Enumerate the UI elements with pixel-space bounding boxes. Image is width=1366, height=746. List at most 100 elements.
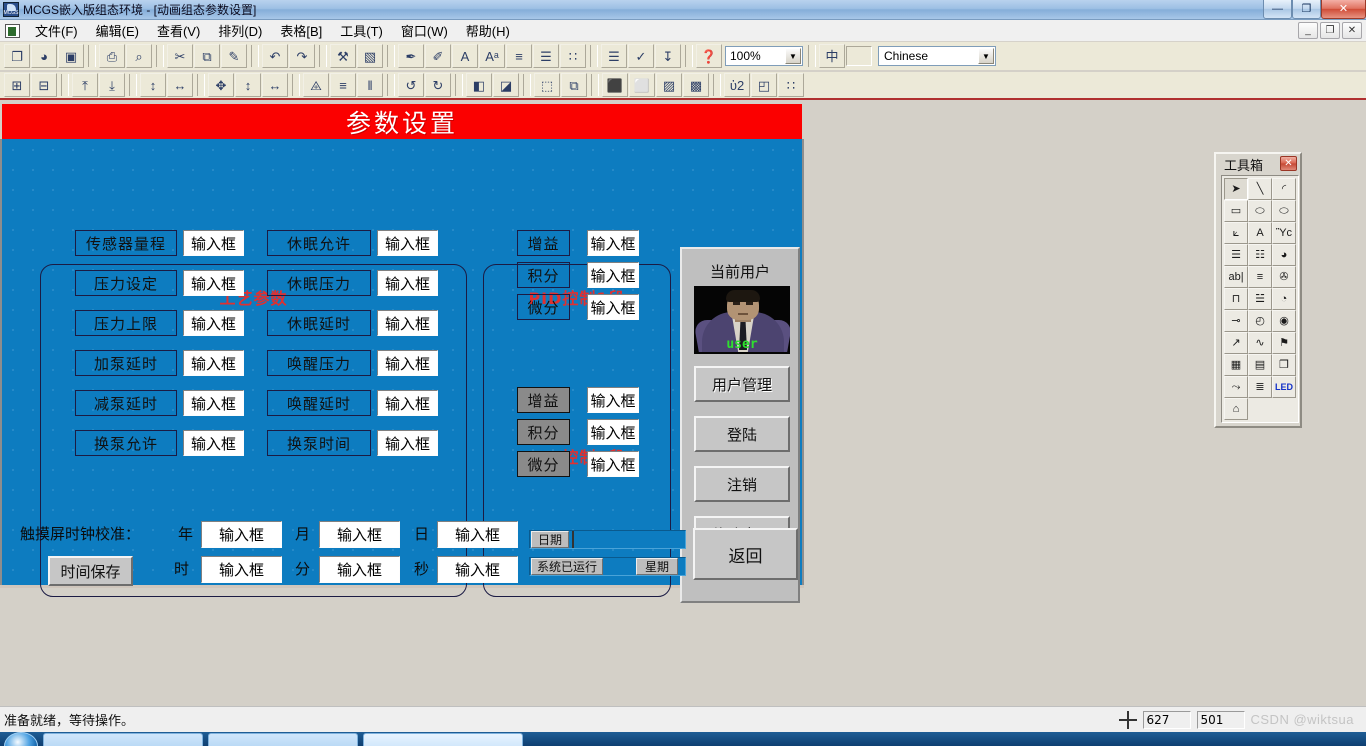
param-input-sleep-pressure[interactable]: 输入框 — [377, 270, 438, 296]
lock-button[interactable]: ὑ2 — [724, 73, 750, 97]
alarm-window-icon[interactable]: ⌂ — [1224, 398, 1248, 420]
ruler-button[interactable]: ▧ — [357, 44, 383, 68]
align-top-button[interactable]: ⤒ — [72, 73, 98, 97]
param-button-wake-pressure[interactable]: 唤醒压力 — [267, 350, 371, 376]
year-input[interactable]: 输入框 — [201, 521, 282, 548]
help-pointer-button[interactable]: ❓ — [696, 44, 722, 68]
mdi-restore-button[interactable]: ❐ — [1320, 22, 1340, 39]
param-input-sleep-enable[interactable]: 输入框 — [377, 230, 438, 256]
center-horizontal-button[interactable]: ↔ — [167, 73, 193, 97]
line-icon[interactable]: ╲ — [1248, 178, 1272, 200]
layer-button[interactable]: ◰ — [751, 73, 777, 97]
pid2-input-gain[interactable]: 输入框 — [587, 387, 639, 413]
ellipse-icon[interactable]: ⬭ — [1272, 200, 1296, 222]
zoom-level-combo[interactable]: 100% ▼ — [725, 46, 803, 66]
pid1-input-derivative[interactable]: 输入框 — [587, 294, 639, 320]
cut-button[interactable]: ✂ — [167, 44, 193, 68]
fill-color-button[interactable]: ✒ — [398, 44, 424, 68]
paste-button[interactable]: ✎ — [221, 44, 247, 68]
meter-dial-icon[interactable]: ◔ — [1272, 288, 1296, 310]
history-curve-icon[interactable]: ∿ — [1248, 332, 1272, 354]
param-button-wake-delay[interactable]: 唤醒延时 — [267, 390, 371, 416]
rotate-left-button[interactable]: ↺ — [398, 73, 424, 97]
free-curve-icon[interactable]: ⤳ — [1224, 376, 1248, 398]
mdi-close-button[interactable]: ✕ — [1342, 22, 1362, 39]
same-size-button[interactable]: ✥ — [208, 73, 234, 97]
param-button-sensor-range[interactable]: 传感器量程 — [75, 230, 177, 256]
select-arrow-icon[interactable]: ➤ — [1224, 178, 1248, 200]
mdi-minimize-button[interactable]: _ — [1298, 22, 1318, 39]
space-vertical-button[interactable]: ≡ — [330, 73, 356, 97]
print-preview-button[interactable]: ⌕ — [126, 44, 152, 68]
close-button[interactable]: ✕ — [1321, 0, 1366, 19]
param-input-pump-swap-time[interactable]: 输入框 — [377, 430, 438, 456]
param-button-pump-add-delay[interactable]: 加泵延时 — [75, 350, 177, 376]
menu-item-window[interactable]: 窗口(W) — [392, 19, 457, 42]
menu-item-file[interactable]: 文件(F) — [26, 19, 87, 42]
taskbar-item[interactable] — [43, 733, 203, 746]
pid1-button-integral[interactable]: 积分 — [517, 262, 570, 288]
indent-button[interactable]: ☰ — [533, 44, 559, 68]
param-input-pressure-set[interactable]: 输入框 — [183, 270, 244, 296]
alarm-bell-icon[interactable]: ⚑ — [1272, 332, 1296, 354]
flip-vertical-button[interactable]: ◪ — [493, 73, 519, 97]
switch-icon[interactable]: ⊸ — [1224, 310, 1248, 332]
menu-item-table[interactable]: 表格[B] — [271, 19, 331, 42]
param-button-pump-reduce-delay[interactable]: 减泵延时 — [75, 390, 177, 416]
save-button[interactable]: ▣ — [58, 44, 84, 68]
save-time-button[interactable]: 时间保存 — [48, 556, 133, 586]
pid2-input-derivative[interactable]: 输入框 — [587, 451, 639, 477]
bring-forward-button[interactable]: ▨ — [656, 73, 682, 97]
text-icon[interactable]: A — [1248, 222, 1272, 244]
ungroup-button[interactable]: ⧉ — [561, 73, 587, 97]
param-input-pressure-upper[interactable]: 输入框 — [183, 310, 244, 336]
param-input-sleep-delay[interactable]: 输入框 — [377, 310, 438, 336]
report-table-icon[interactable]: ▤ — [1248, 354, 1272, 376]
grid-button[interactable]: ∷ — [560, 44, 586, 68]
rounded-rect-icon[interactable]: ⬭ — [1248, 200, 1272, 222]
pid2-button-gain[interactable]: 增益 — [517, 387, 570, 413]
taskbar-item[interactable] — [208, 733, 358, 746]
toolbox-close-icon[interactable]: ✕ — [1280, 156, 1297, 171]
indicator-lamp-icon[interactable]: ◉ — [1272, 310, 1296, 332]
design-canvas[interactable]: 工艺参数 传感器量程 输入框 休眠允许 输入框 压力设定 输入框 休眠压力 输入… — [2, 139, 802, 603]
maximize-button[interactable]: ❐ — [1292, 0, 1321, 19]
sort-button[interactable]: ↧ — [655, 44, 681, 68]
copy-button[interactable]: ⧉ — [194, 44, 220, 68]
pipe-icon[interactable]: ☰ — [1224, 244, 1248, 266]
chevron-down-icon[interactable]: ▼ — [978, 48, 994, 64]
chevron-down-icon[interactable]: ▼ — [785, 48, 801, 64]
pid1-button-derivative[interactable]: 微分 — [517, 294, 570, 320]
user-management-button[interactable]: 用户管理 — [694, 366, 790, 402]
flow-block-icon[interactable]: ☷ — [1248, 244, 1272, 266]
color-fill-icon[interactable]: ◕ — [1272, 244, 1296, 266]
menu-item-edit[interactable]: 编辑(E) — [87, 19, 148, 42]
group-button[interactable]: ⬚ — [534, 73, 560, 97]
menu-item-tools[interactable]: 工具(T) — [331, 19, 392, 42]
same-width-button[interactable]: ↔ — [262, 73, 288, 97]
send-back-button[interactable]: ⬜ — [629, 73, 655, 97]
language-combo[interactable]: Chinese ▼ — [878, 46, 996, 66]
ime-language-button[interactable]: 中 — [819, 44, 845, 68]
menu-item-help[interactable]: 帮助(H) — [457, 19, 519, 42]
redo-button[interactable]: ↷ — [289, 44, 315, 68]
logout-button[interactable]: 注销 — [694, 466, 790, 502]
param-button-pump-swap-enable[interactable]: 换泵允许 — [75, 430, 177, 456]
space-even-button[interactable]: ⨹ — [303, 73, 329, 97]
param-button-pressure-upper[interactable]: 压力上限 — [75, 310, 177, 336]
rectangle-icon[interactable]: ▭ — [1224, 200, 1248, 222]
menu-item-arrange[interactable]: 排列(D) — [209, 19, 271, 42]
level-tank-icon[interactable]: ⊓ — [1224, 288, 1248, 310]
list-view-icon[interactable]: ≣ — [1248, 376, 1272, 398]
param-input-pump-reduce-delay[interactable]: 输入框 — [183, 390, 244, 416]
flip-horizontal-button[interactable]: ◧ — [466, 73, 492, 97]
param-button-sleep-pressure[interactable]: 休眠压力 — [267, 270, 371, 296]
align-bottom-button[interactable]: ⤓ — [99, 73, 125, 97]
back-button[interactable]: 返回 — [693, 528, 798, 580]
minute-input[interactable]: 输入框 — [319, 556, 400, 583]
start-button-icon[interactable] — [4, 732, 38, 746]
undo-button[interactable]: ↶ — [262, 44, 288, 68]
day-input[interactable]: 输入框 — [437, 521, 518, 548]
font-size-button[interactable]: Aᵃ — [479, 44, 505, 68]
pid2-button-derivative[interactable]: 微分 — [517, 451, 570, 477]
